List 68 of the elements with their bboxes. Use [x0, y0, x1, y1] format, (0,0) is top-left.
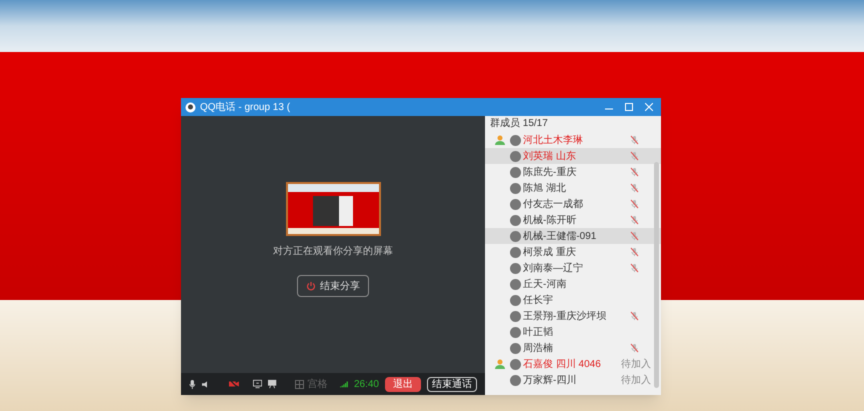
member-name: 任长宇: [523, 294, 554, 308]
share-status-text: 对方正在观看你分享的屏幕: [273, 244, 393, 259]
member-row[interactable]: 机械-陈开昕: [485, 212, 661, 228]
member-row[interactable]: 万家辉-四川 待加入: [485, 372, 661, 388]
member-row[interactable]: 付友志一成都: [485, 196, 661, 212]
avatar-icon: [510, 214, 521, 226]
members-header: 群成员 15/17: [489, 116, 549, 131]
member-row[interactable]: 陈庶先-重庆: [485, 164, 661, 180]
member-status: 待加入: [621, 358, 651, 372]
avatar-icon: [510, 150, 521, 162]
member-name: 付友志一成都: [523, 198, 584, 212]
member-row[interactable]: 柯景成 重庆: [485, 244, 661, 260]
screen-share-icon[interactable]: [253, 379, 262, 389]
member-row[interactable]: 陈旭 湖北: [485, 180, 661, 196]
avatar-icon: [510, 326, 521, 338]
member-name: 刘英瑞 山东: [523, 150, 577, 164]
member-name: 丘天-河南: [523, 278, 568, 292]
camera-icon[interactable]: [229, 379, 240, 389]
grid-icon: [294, 380, 304, 388]
scrollbar[interactable]: [654, 162, 659, 388]
call-timer: 26:40: [354, 378, 379, 392]
microphone-icon[interactable]: [189, 378, 196, 390]
speaker-icon[interactable]: [202, 380, 208, 388]
stop-sharing-button[interactable]: 结束分享: [297, 275, 369, 297]
whiteboard-icon[interactable]: [268, 379, 277, 389]
member-row[interactable]: 任长宇: [485, 292, 661, 308]
member-name: 河北土木李琳: [523, 134, 584, 148]
member-name: 机械-王健儒-091: [523, 230, 598, 244]
avatar-icon: [510, 246, 521, 258]
close-icon[interactable]: [645, 103, 653, 111]
member-row[interactable]: 周浩楠: [485, 340, 661, 356]
window-title: QQ电话 - group 13 (: [200, 100, 292, 114]
avatar-icon: [510, 166, 521, 178]
avatar-icon: [510, 294, 521, 306]
member-row[interactable]: 王景翔-重庆沙坪坝: [485, 308, 661, 324]
exit-button[interactable]: 退出: [384, 376, 421, 392]
avatar-icon: [510, 198, 521, 210]
member-name: 石嘉俊 四川 4046: [523, 358, 602, 372]
avatar-icon: [510, 230, 521, 242]
avatar-icon: [510, 358, 521, 370]
maximize-icon[interactable]: [625, 103, 633, 111]
member-status: 待加入: [621, 374, 651, 388]
avatar-icon: [510, 134, 521, 146]
member-row[interactable]: 刘南泰—辽宁: [485, 260, 661, 276]
avatar-icon: [510, 278, 521, 290]
end-call-button[interactable]: 结束通话: [426, 376, 477, 392]
avatar-icon: [510, 310, 521, 322]
member-row[interactable]: 河北土木李琳: [485, 132, 661, 148]
member-name: 柯景成 重庆: [523, 246, 577, 260]
member-name: 王景翔-重庆沙坪坝: [523, 310, 608, 324]
avatar-icon: [510, 374, 521, 386]
avatar-icon: [510, 182, 521, 194]
member-row[interactable]: 叶正韬: [485, 324, 661, 340]
member-row[interactable]: 机械-王健儒-091: [485, 228, 661, 244]
member-name: 万家辉-四川: [523, 374, 578, 388]
app-logo-icon: [185, 102, 196, 112]
avatar-icon: [510, 262, 521, 274]
avatar-icon: [510, 342, 521, 354]
member-name: 机械-陈开昕: [523, 214, 578, 228]
member-name: 叶正韬: [523, 326, 554, 340]
member-row[interactable]: 石嘉俊 四川 4046 待加入: [485, 356, 661, 372]
member-name: 周浩楠: [523, 342, 554, 356]
member-name: 刘南泰—辽宁: [523, 262, 584, 276]
power-icon: [306, 281, 316, 291]
member-name: 陈旭 湖北: [523, 182, 567, 196]
signal-icon: [340, 380, 348, 388]
member-name: 陈庶先-重庆: [523, 166, 578, 180]
member-row[interactable]: 丘天-河南: [485, 276, 661, 292]
